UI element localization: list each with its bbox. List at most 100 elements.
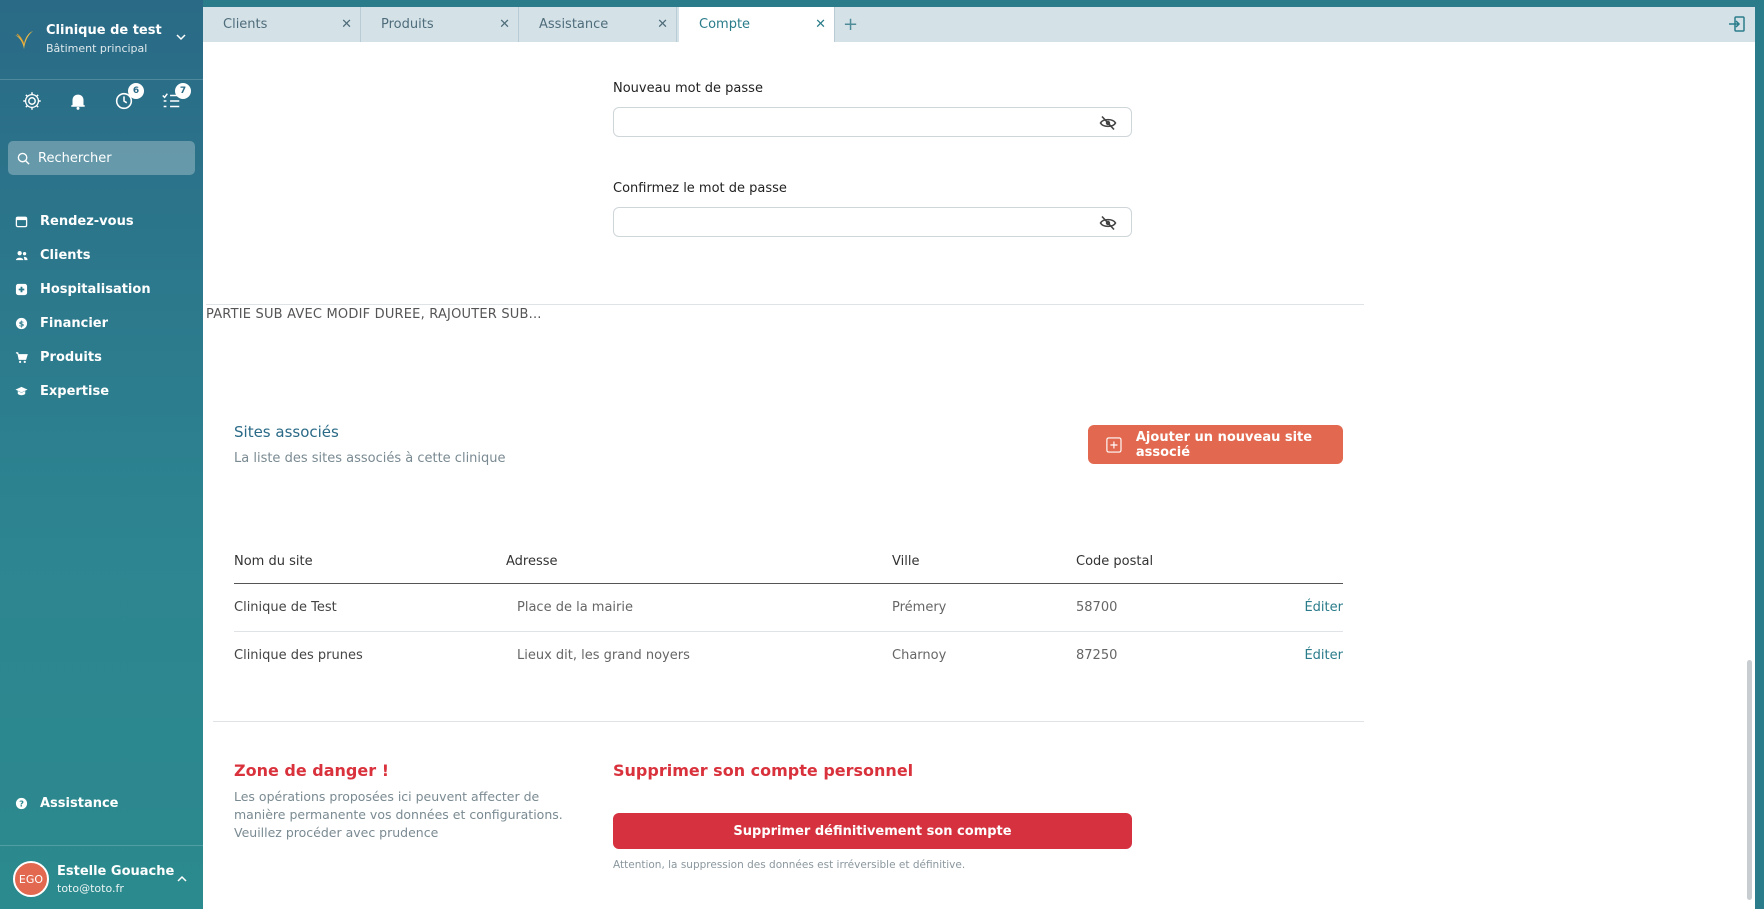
tab-label: Compte bbox=[699, 17, 751, 32]
placeholder-note: PARTIE SUB AVEC MODIF DUREE, RAJOUTER SU… bbox=[206, 307, 542, 322]
cart-icon bbox=[15, 351, 28, 363]
confirm-password-field[interactable] bbox=[613, 207, 1132, 237]
gear-icon[interactable] bbox=[21, 90, 43, 112]
calendar-icon bbox=[15, 216, 28, 227]
site-city: Prémery bbox=[892, 600, 947, 615]
tab-clients[interactable]: Clients ✕ bbox=[203, 7, 361, 42]
nav-item-rendez-vous[interactable]: Rendez-vous bbox=[0, 204, 203, 238]
nav-label: Rendez-vous bbox=[40, 213, 134, 229]
close-icon[interactable]: ✕ bbox=[499, 17, 510, 32]
sidebar: Clinique de test Bâtiment principal 6 7 … bbox=[0, 0, 203, 909]
search-icon bbox=[17, 152, 30, 165]
site-city: Charnoy bbox=[892, 648, 947, 663]
row-divider bbox=[234, 631, 1343, 632]
clinic-name: Clinique de test bbox=[46, 23, 162, 38]
close-icon[interactable]: ✕ bbox=[657, 17, 668, 32]
plus-square-icon bbox=[1106, 436, 1122, 453]
danger-zone-text: Les opérations proposées ici peuvent aff… bbox=[234, 789, 563, 840]
site-zip: 58700 bbox=[1076, 600, 1118, 615]
users-icon bbox=[15, 250, 28, 260]
delete-account-label: Supprimer définitivement son compte bbox=[733, 823, 1012, 839]
window-top-border bbox=[203, 0, 1764, 7]
delete-account-title: Supprimer son compte personnel bbox=[613, 761, 914, 780]
nav-label: Clients bbox=[40, 247, 91, 263]
bell-icon[interactable] bbox=[67, 90, 89, 112]
add-site-button[interactable]: Ajouter un nouveau site associé bbox=[1088, 425, 1343, 464]
dollar-icon: $ bbox=[15, 317, 28, 329]
close-icon[interactable]: ✕ bbox=[341, 17, 352, 32]
tab-label: Produits bbox=[381, 17, 434, 32]
delete-account-button[interactable]: Supprimer définitivement son compte bbox=[613, 813, 1132, 849]
nav-label: Hospitalisation bbox=[40, 281, 151, 297]
tab-bar: Clients ✕ Produits ✕ Assistance ✕ Compte… bbox=[203, 7, 1755, 42]
window-right-border bbox=[1755, 7, 1764, 909]
site-name: Clinique des prunes bbox=[234, 648, 363, 663]
help-circle-icon: ? bbox=[15, 797, 28, 810]
delete-warning: Attention, la suppression des données es… bbox=[613, 859, 966, 871]
user-menu[interactable]: EGO Estelle Gouache toto@toto.fr bbox=[13, 860, 193, 898]
add-tab-icon[interactable]: + bbox=[843, 14, 858, 35]
medical-plus-icon bbox=[15, 283, 28, 295]
search-input[interactable] bbox=[38, 150, 188, 166]
tab-assistance[interactable]: Assistance ✕ bbox=[519, 7, 677, 42]
nav-item-expertise[interactable]: Expertise bbox=[0, 374, 203, 408]
site-address: Lieux dit, les grand noyers bbox=[517, 648, 690, 663]
tasks-badge: 7 bbox=[175, 83, 191, 99]
main-nav: Rendez-vous Clients Hospitalisation $ Fi… bbox=[0, 204, 203, 408]
tab-produits[interactable]: Produits ✕ bbox=[361, 7, 519, 42]
user-email: toto@toto.fr bbox=[57, 881, 124, 895]
column-header: Ville bbox=[892, 554, 920, 569]
nav-label: Financier bbox=[40, 315, 109, 331]
table-header-divider bbox=[234, 583, 1343, 584]
section-divider bbox=[206, 304, 1364, 305]
svg-text:$: $ bbox=[19, 319, 24, 328]
column-header: Adresse bbox=[506, 554, 558, 569]
site-address: Place de la mairie bbox=[517, 600, 633, 615]
divider bbox=[0, 845, 203, 846]
new-password-label: Nouveau mot de passe bbox=[613, 81, 763, 96]
chevron-down-icon[interactable] bbox=[174, 30, 188, 44]
eye-off-icon[interactable] bbox=[1099, 215, 1117, 231]
assistance-label: Assistance bbox=[40, 796, 119, 811]
sites-subtitle: La liste des sites associés à cette clin… bbox=[234, 451, 506, 466]
site-name: Clinique de Test bbox=[234, 600, 337, 615]
section-divider bbox=[213, 721, 1364, 722]
user-name: Estelle Gouache bbox=[57, 863, 175, 879]
graduation-cap-icon bbox=[15, 386, 28, 395]
nav-item-hospitalisation[interactable]: Hospitalisation bbox=[0, 272, 203, 306]
site-zip: 87250 bbox=[1076, 648, 1118, 663]
divider bbox=[0, 79, 203, 80]
edit-site-link[interactable]: Éditer bbox=[1304, 600, 1343, 615]
tab-label: Clients bbox=[223, 17, 268, 32]
tab-compte[interactable]: Compte ✕ bbox=[679, 7, 835, 42]
close-icon[interactable]: ✕ bbox=[815, 17, 826, 32]
logout-icon[interactable] bbox=[1727, 14, 1747, 34]
column-header: Code postal bbox=[1076, 554, 1154, 569]
confirm-password-label: Confirmez le mot de passe bbox=[613, 181, 787, 196]
history-button[interactable]: 6 bbox=[113, 83, 144, 112]
scrollbar-thumb[interactable] bbox=[1747, 660, 1752, 900]
clinic-logo-icon bbox=[15, 31, 33, 49]
add-site-label: Ajouter un nouveau site associé bbox=[1135, 429, 1313, 460]
nav-item-assistance[interactable]: ? Assistance bbox=[15, 796, 119, 811]
clinic-building: Bâtiment principal bbox=[46, 42, 148, 55]
column-header: Nom du site bbox=[234, 554, 313, 569]
chevron-up-icon[interactable] bbox=[175, 872, 189, 886]
danger-zone-title: Zone de danger ! bbox=[234, 761, 389, 780]
eye-off-icon[interactable] bbox=[1099, 115, 1117, 131]
edit-site-link[interactable]: Éditer bbox=[1304, 648, 1343, 663]
clinic-selector[interactable]: Clinique de test Bâtiment principal bbox=[12, 14, 192, 64]
avatar: EGO bbox=[13, 861, 49, 897]
new-password-field[interactable] bbox=[613, 107, 1132, 137]
quick-actions: 6 7 bbox=[0, 83, 203, 118]
history-badge: 6 bbox=[128, 83, 144, 99]
search-box[interactable] bbox=[8, 141, 195, 175]
tasks-button[interactable]: 7 bbox=[160, 83, 191, 112]
tab-label: Assistance bbox=[539, 17, 609, 32]
svg-text:?: ? bbox=[19, 799, 24, 809]
nav-item-clients[interactable]: Clients bbox=[0, 238, 203, 272]
nav-label: Expertise bbox=[40, 383, 110, 399]
nav-item-produits[interactable]: Produits bbox=[0, 340, 203, 374]
sites-title: Sites associés bbox=[234, 423, 339, 441]
nav-item-financier[interactable]: $ Financier bbox=[0, 306, 203, 340]
